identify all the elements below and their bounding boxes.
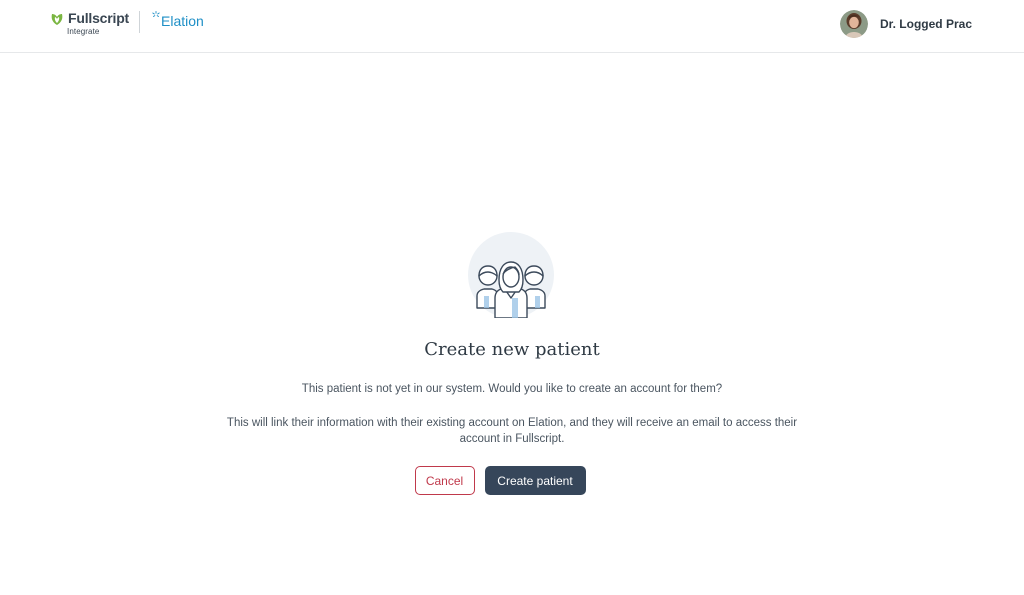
- elation-spark-icon: [152, 11, 160, 17]
- fullscript-logo: Fullscript: [50, 10, 129, 26]
- elation-logo: Elation: [152, 11, 204, 29]
- elation-name: Elation: [161, 13, 204, 29]
- page-title: Create new patient: [424, 339, 600, 360]
- details-text: This will link their information with th…: [226, 417, 798, 445]
- people-group-icon: [468, 232, 554, 319]
- fullscript-leaf-icon: [51, 13, 63, 25]
- cancel-button[interactable]: Cancel: [414, 466, 475, 495]
- user-menu[interactable]: Dr. Logged Prac: [839, 10, 972, 38]
- fullscript-name: Fullscript: [68, 10, 130, 26]
- description-text: This patient is not yet in our system. W…: [301, 383, 723, 395]
- create-patient-button[interactable]: Create patient: [484, 466, 586, 495]
- user-avatar[interactable]: [839, 10, 868, 38]
- action-buttons: Cancel Create patient: [0, 466, 1024, 495]
- brand-logos[interactable]: Fullscript Integrate Elation: [50, 10, 204, 40]
- user-name[interactable]: Dr. Logged Prac: [880, 17, 972, 31]
- integrate-label: Integrate: [67, 27, 100, 36]
- brand-divider: [139, 11, 141, 33]
- top-header: Fullscript Integrate Elation Dr. Logged …: [0, 0, 1024, 53]
